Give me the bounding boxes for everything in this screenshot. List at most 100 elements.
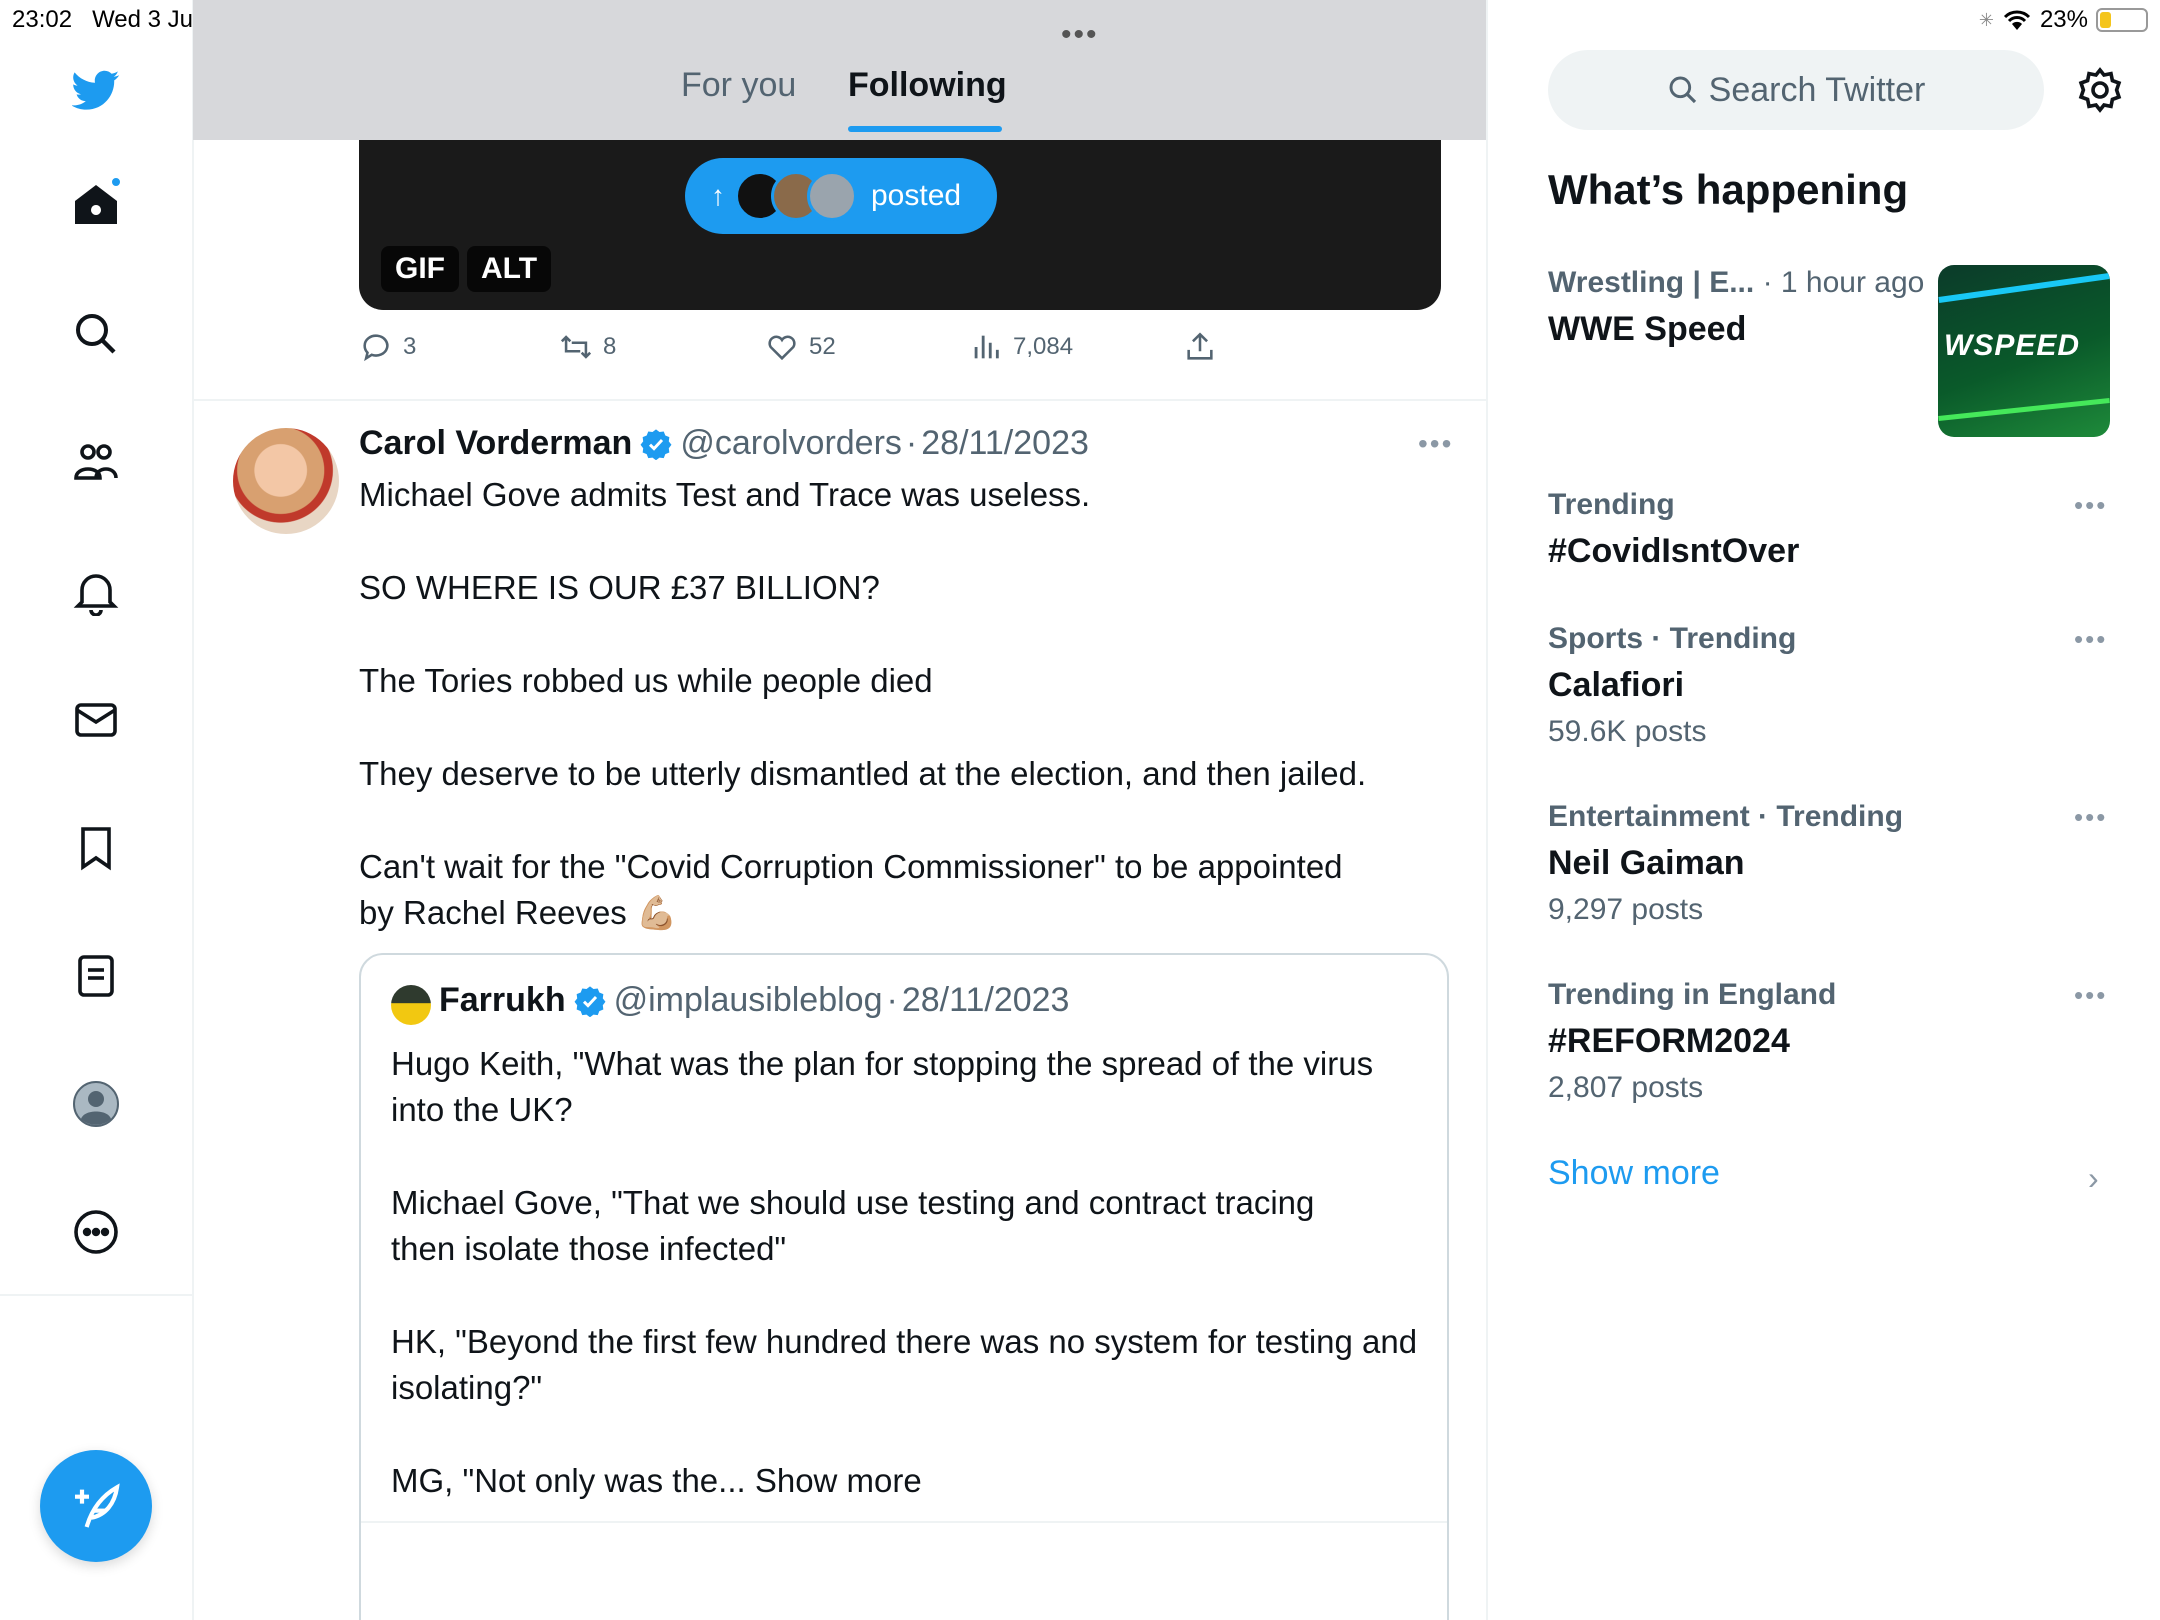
quote-header: Farrukh @implausibleblog · 28/11/2023 xyxy=(439,981,1069,1020)
trend-item[interactable]: Entertainment · Trending Neil Gaiman 9,2… xyxy=(1548,800,2108,927)
home-icon[interactable] xyxy=(70,176,122,230)
communities-icon[interactable] xyxy=(70,436,122,488)
whats-happening-title: What’s happening xyxy=(1548,166,1909,213)
views-chart-icon xyxy=(974,335,999,359)
tweet-body: Michael Gove admits Test and Trace was u… xyxy=(359,472,1449,936)
share-button[interactable] xyxy=(1183,330,1217,364)
trend-time: · 1 hour ago xyxy=(1762,266,1925,299)
trend-item[interactable]: Trending #CovidIsntOver xyxy=(1548,488,2108,571)
battery-icon xyxy=(2096,8,2148,32)
posted-label: posted xyxy=(871,179,962,212)
search-icon xyxy=(1669,76,1696,104)
quote-author-name: Farrukh xyxy=(439,981,566,1019)
author-name[interactable]: Carol Vorderman xyxy=(359,424,632,463)
arrow-up-icon: ↑ xyxy=(711,180,725,211)
quoted-tweet[interactable]: Farrukh @implausibleblog · 28/11/2023 Hu… xyxy=(359,953,1449,1620)
left-navigation xyxy=(0,0,193,1300)
tweet-paragraph: The Tories robbed us while people died xyxy=(359,662,933,699)
quote-paragraph[interactable]: MG, "Not only was the... Show more xyxy=(391,1458,1421,1504)
notifications-bell-icon[interactable] xyxy=(70,566,122,618)
reply-count: 3 xyxy=(403,333,417,360)
trend-title: #CovidIsntOver xyxy=(1548,532,1800,570)
avatar[interactable] xyxy=(233,428,339,534)
alt-badge[interactable]: ALT xyxy=(467,246,552,292)
retweet-icon xyxy=(560,335,592,359)
trend-more-icon[interactable]: ••• xyxy=(2074,624,2107,655)
trend-category: Sports · Trending xyxy=(1548,622,1797,655)
gear-icon[interactable] xyxy=(2076,66,2124,114)
trend-title: #REFORM2024 xyxy=(1548,1022,1790,1060)
verified-badge-icon xyxy=(574,985,606,1017)
new-posts-pill[interactable]: ↑ posted xyxy=(685,158,997,234)
trend-item[interactable]: Sports · Trending Calafiori 59.6K posts xyxy=(1548,622,2108,749)
multitask-dots-icon[interactable]: ••• xyxy=(1061,18,1099,52)
twitter-logo-icon[interactable] xyxy=(70,64,122,116)
quote-media-divider xyxy=(361,1521,1447,1523)
bookmarks-icon[interactable] xyxy=(70,822,122,874)
tweet-divider xyxy=(193,399,1486,401)
quote-paragraph: Michael Gove, "That we should use testin… xyxy=(391,1184,1315,1267)
trend-category: Trending xyxy=(1548,488,1675,521)
messages-icon[interactable] xyxy=(70,694,122,746)
separator: · xyxy=(905,424,918,462)
quote-paragraph: HK, "Beyond the first few hundred there … xyxy=(391,1323,1418,1406)
like-button[interactable]: 52 xyxy=(765,330,836,364)
trend-more-icon[interactable]: ••• xyxy=(2074,802,2107,833)
trend-category: Entertainment · Trending xyxy=(1548,800,1904,833)
tab-following[interactable]: Following xyxy=(848,66,1007,105)
trend-more-icon[interactable]: ••• xyxy=(2074,980,2107,1011)
author-handle[interactable]: @carolvorders xyxy=(680,424,902,463)
more-options-icon[interactable] xyxy=(70,1206,122,1258)
quote-paragraph: Hugo Keith, "What was the plan for stopp… xyxy=(391,1045,1374,1128)
search-icon[interactable] xyxy=(70,308,122,360)
trend-category: Wrestling | E... xyxy=(1548,266,1755,299)
reply-icon xyxy=(363,334,389,362)
wifi-icon xyxy=(2003,10,2031,30)
views-button[interactable]: 7,084 xyxy=(969,330,1073,364)
timeline-header: ••• For you Following xyxy=(193,0,1486,140)
like-count: 52 xyxy=(809,333,836,360)
gif-badge: GIF xyxy=(381,246,459,292)
loading-icon: ✳ xyxy=(1978,9,1994,30)
reply-button[interactable]: 3 xyxy=(359,330,416,364)
main-timeline: GIF ALT ••• For you Following ↑ posted 3… xyxy=(193,0,1486,1620)
main-column-border xyxy=(1486,0,1488,1620)
trend-more-icon[interactable]: ••• xyxy=(2074,490,2107,521)
show-more-link[interactable]: Show more xyxy=(1548,1154,1720,1193)
retweet-button[interactable]: 8 xyxy=(559,330,616,364)
search-placeholder: Search Twitter xyxy=(1708,70,1926,109)
quote-body: Hugo Keith, "What was the plan for stopp… xyxy=(391,1041,1421,1551)
tweet-more-icon[interactable]: ••• xyxy=(1418,428,1453,460)
profile-avatar-icon[interactable] xyxy=(70,1078,122,1130)
share-icon xyxy=(1187,332,1213,360)
tab-for-you[interactable]: For you xyxy=(681,66,796,105)
trend-title: Neil Gaiman xyxy=(1548,844,1745,882)
verified-badge-icon xyxy=(640,428,672,460)
battery-percent: 23% xyxy=(2039,6,2088,33)
tweet-paragraph: Michael Gove admits Test and Trace was u… xyxy=(359,476,1091,513)
tweet-paragraph: They deserve to be utterly dismantled at… xyxy=(359,755,1367,792)
quote-author-handle: @implausibleblog xyxy=(613,981,883,1019)
heart-icon xyxy=(768,335,796,361)
status-bar-right: ✳ 23% xyxy=(1979,6,2148,34)
retweet-count: 8 xyxy=(603,333,617,360)
home-notification-dot xyxy=(110,176,122,188)
trend-thumbnail[interactable]: WSPEED xyxy=(1938,265,2110,437)
lists-icon[interactable] xyxy=(70,950,122,1002)
chevron-right-icon[interactable]: › xyxy=(2088,1160,2099,1197)
trend-post-count: 9,297 posts xyxy=(1548,893,1704,926)
compose-feather-icon xyxy=(75,1483,120,1528)
trend-post-count: 2,807 posts xyxy=(1548,1071,1704,1104)
trend-post-count: 59.6K posts xyxy=(1548,715,1707,748)
trend-title: Calafiori xyxy=(1548,666,1685,704)
compose-tweet-button[interactable] xyxy=(40,1450,152,1562)
tweet-date[interactable]: 28/11/2023 xyxy=(921,424,1089,463)
search-input[interactable]: Search Twitter xyxy=(1548,50,2044,130)
tweet-paragraph: Can't wait for the "Covid Corruption Com… xyxy=(359,848,1343,931)
tweet-header: Carol Vorderman @carolvorders · 28/11/20… xyxy=(359,424,1089,463)
avatar xyxy=(807,171,857,221)
trend-thumbnail-logo: WSPEED xyxy=(1944,329,2081,362)
trend-item[interactable]: Trending in England #REFORM2024 2,807 po… xyxy=(1548,978,2108,1105)
views-count: 7,084 xyxy=(1013,333,1074,360)
separator: · xyxy=(886,981,898,1019)
